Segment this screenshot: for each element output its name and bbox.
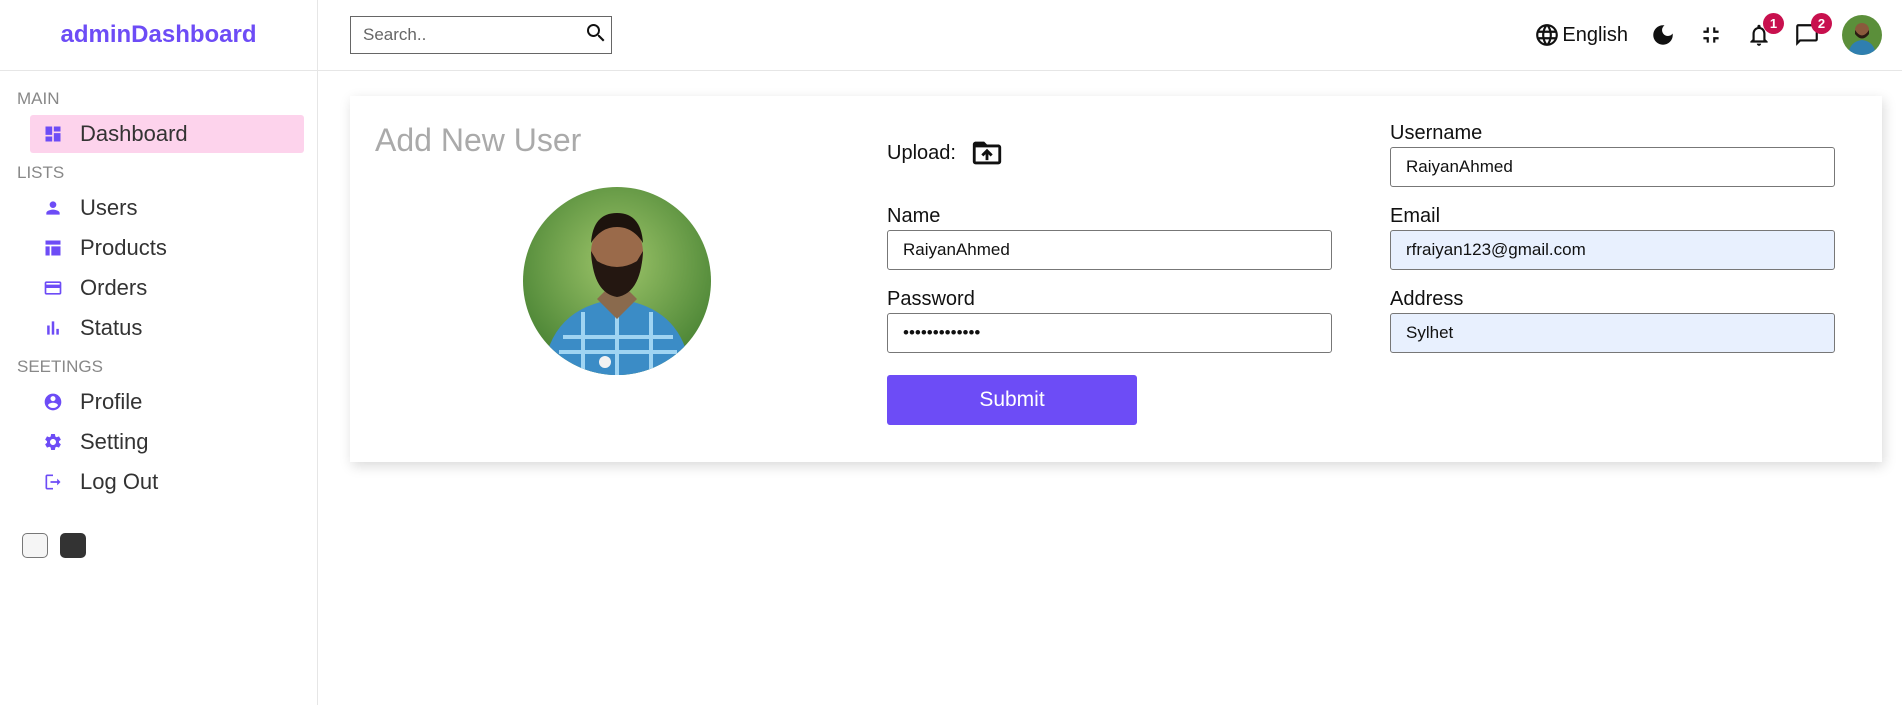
topbar-items: English 1 2	[1512, 13, 1882, 55]
notifications-badge: 1	[1763, 13, 1784, 34]
upload-folder-icon[interactable]	[970, 136, 1004, 175]
moon-icon	[1653, 25, 1673, 45]
search-box	[350, 16, 612, 54]
messages-button[interactable]: 2	[1794, 13, 1832, 48]
name-label: Name	[887, 205, 941, 227]
dashboard-icon	[42, 123, 64, 145]
password-label: Password	[887, 288, 975, 310]
sidebar-item-label: Orders	[80, 275, 148, 300]
sidebar-item-label: Status	[80, 315, 143, 340]
dark-theme-swatch[interactable]	[60, 533, 86, 558]
gear-icon	[42, 431, 64, 453]
submit-row: Submit	[887, 371, 1332, 425]
email-input[interactable]	[1390, 230, 1835, 270]
globe-icon	[1536, 24, 1559, 46]
notifications-button[interactable]: 1	[1746, 13, 1784, 48]
card-left-column: Add New User	[375, 122, 871, 436]
search-input[interactable]	[363, 25, 584, 45]
avatar[interactable]	[1842, 15, 1882, 55]
address-field: Address	[1390, 288, 1835, 371]
light-theme-swatch[interactable]	[22, 533, 48, 558]
topbar: English 1 2	[318, 0, 1902, 71]
sidebar-item-profile[interactable]: Profile	[30, 383, 304, 421]
address-input[interactable]	[1390, 313, 1835, 353]
dark-mode-toggle[interactable]	[1650, 22, 1676, 48]
sidebar-item-setting[interactable]: Setting	[30, 423, 304, 461]
password-field: Password	[887, 288, 1332, 371]
username-input[interactable]	[1390, 147, 1835, 187]
sidebar-nav: MAIN Dashboard LISTS Users Products Orde…	[0, 71, 317, 501]
user-form: Upload: Username Name Email	[887, 122, 1857, 436]
table-icon	[42, 237, 64, 259]
user-photo	[523, 187, 711, 375]
search-icon[interactable]	[584, 21, 608, 50]
account-circle-icon	[42, 391, 64, 413]
upload-row: Upload:	[887, 122, 1332, 205]
sidebar-item-users[interactable]: Users	[30, 189, 304, 227]
theme-options	[0, 503, 317, 558]
email-field: Email	[1390, 205, 1835, 288]
sidebar-item-label: Setting	[80, 429, 149, 454]
main-area: English 1 2	[318, 0, 1902, 705]
new-user-card: Add New User Upload: Username RaiyanAhme…	[350, 96, 1882, 462]
logo[interactable]: adminDashboard	[60, 21, 256, 49]
fullscreen-exit-icon	[1703, 27, 1719, 43]
sidebar-item-label: Products	[80, 235, 167, 260]
sidebar-item-label: Users	[80, 195, 138, 220]
section-title-settings: SEETINGS	[17, 357, 103, 376]
upload-label: Upload:	[887, 142, 956, 164]
credit-card-icon	[42, 277, 64, 299]
sidebar: adminDashboard MAIN Dashboard LISTS User…	[0, 0, 318, 705]
language-label: English	[1562, 23, 1628, 46]
username-label: Username	[1390, 122, 1483, 144]
name-field: Name	[887, 205, 1332, 288]
address-label: Address	[1390, 288, 1464, 310]
sidebar-item-logout[interactable]: Log Out	[30, 463, 304, 501]
sidebar-item-orders[interactable]: Orders	[30, 269, 304, 307]
username-field: Username	[1390, 122, 1835, 205]
messages-badge: 2	[1811, 13, 1832, 34]
section-title-main: MAIN	[17, 89, 60, 108]
sidebar-item-label: Profile	[80, 389, 143, 414]
language-selector[interactable]: English	[1534, 22, 1628, 48]
sidebar-item-label: Dashboard	[80, 121, 188, 146]
content-area: Add New User Upload: Username RaiyanAhme…	[318, 71, 1902, 462]
submit-button[interactable]: Submit	[887, 375, 1137, 425]
email-label: Email	[1390, 205, 1441, 227]
bar-chart-icon	[42, 317, 64, 339]
sidebar-item-products[interactable]: Products	[30, 229, 304, 267]
sidebar-item-status[interactable]: Status	[30, 309, 304, 347]
fullscreen-exit-button[interactable]	[1698, 22, 1724, 48]
name-input[interactable]	[887, 230, 1332, 270]
logout-icon	[42, 471, 64, 493]
password-input[interactable]	[887, 313, 1332, 353]
logo-area: adminDashboard	[0, 0, 317, 71]
sidebar-item-label: Log Out	[80, 469, 159, 494]
section-title-lists: LISTS	[17, 163, 65, 182]
page-title: Add New User	[375, 122, 582, 158]
sidebar-item-dashboard[interactable]: Dashboard	[30, 115, 304, 153]
person-icon	[42, 197, 64, 219]
